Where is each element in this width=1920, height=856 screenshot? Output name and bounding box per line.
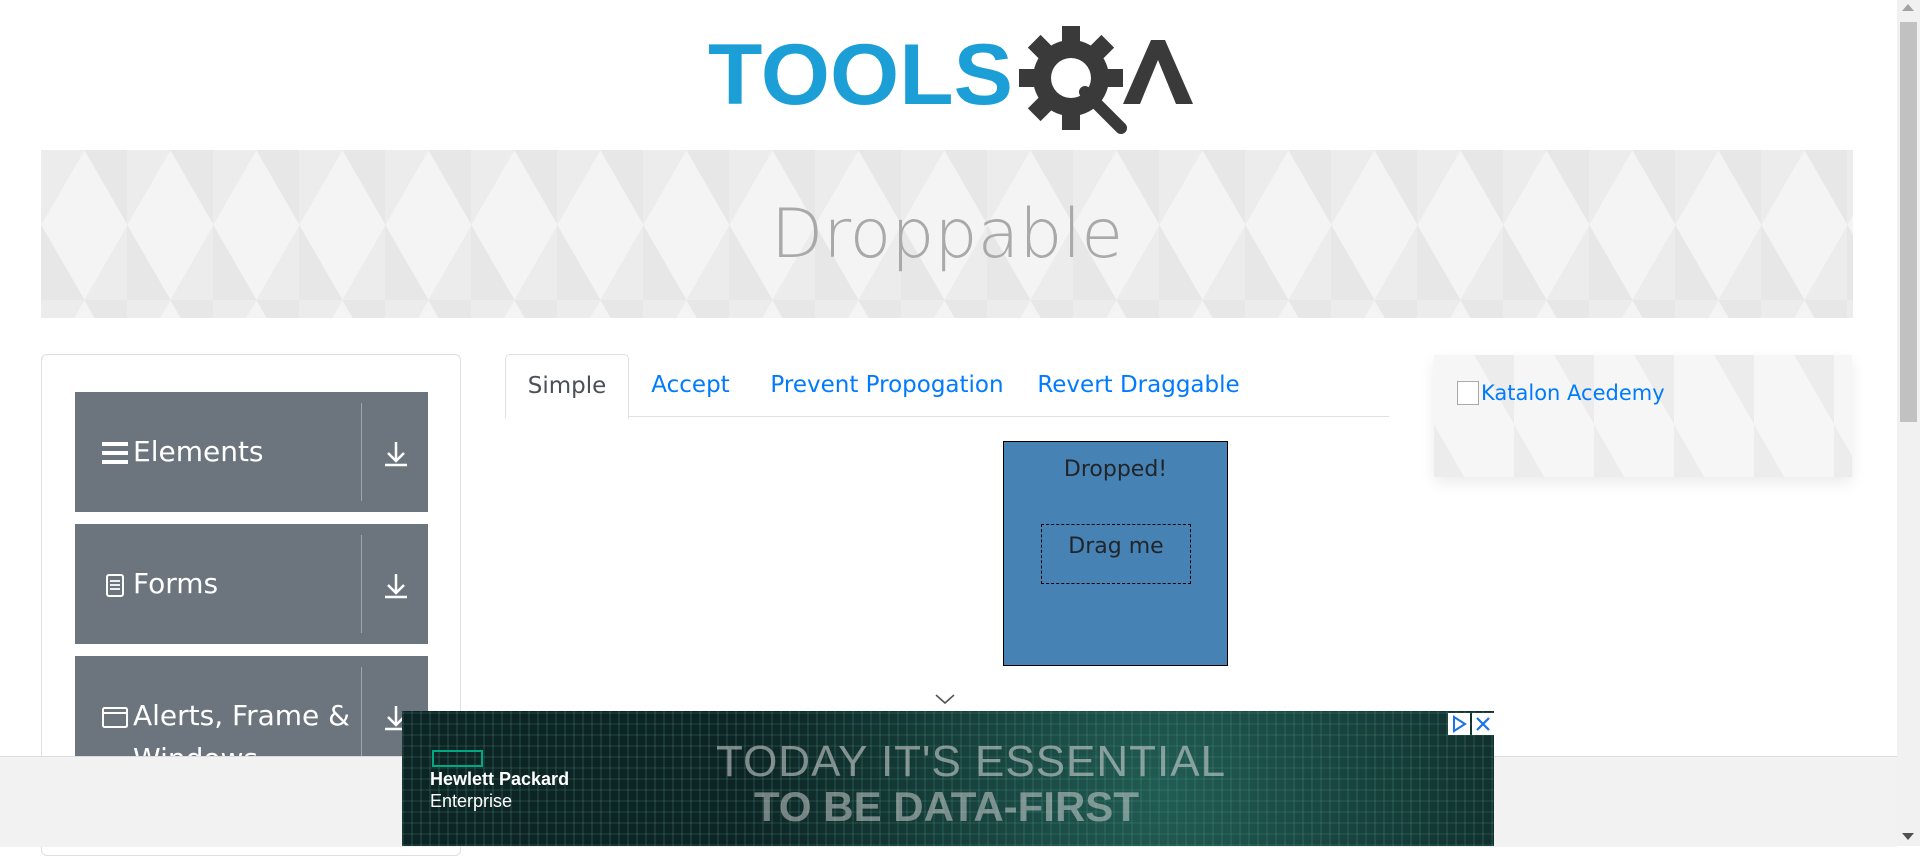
sidebar-group-label: Forms bbox=[133, 567, 219, 600]
tab-accept[interactable]: Accept bbox=[638, 354, 743, 416]
ad-link[interactable]: Katalon Acedemy bbox=[1457, 381, 1665, 405]
tabs-divider bbox=[505, 416, 1389, 417]
ad-headline-1: TODAY IT'S ESSENTIAL bbox=[716, 737, 1227, 786]
tab-revert-draggable[interactable]: Revert Draggable bbox=[1031, 354, 1246, 416]
ad-brand-line1: Hewlett Packard bbox=[430, 769, 570, 789]
sidebar-group-elements[interactable]: Elements bbox=[75, 392, 428, 512]
window-icon bbox=[102, 707, 128, 728]
tab-prevent-propogation[interactable]: Prevent Propogation bbox=[763, 354, 1011, 416]
toolsqa-logo[interactable]: TOOLS bbox=[708, 18, 1193, 138]
chevron-down-icon[interactable] bbox=[934, 688, 956, 710]
document-icon bbox=[106, 574, 124, 597]
bottom-ad-banner[interactable]: Hewlett Packard Enterprise TODAY IT'S ES… bbox=[402, 711, 1494, 846]
scroll-down-arrow-icon[interactable] bbox=[1902, 833, 1914, 840]
hpe-logo-icon bbox=[432, 750, 483, 767]
svg-text:TOOLS: TOOLS bbox=[708, 27, 1013, 123]
download-icon[interactable] bbox=[379, 568, 413, 602]
menu-icon bbox=[102, 442, 128, 464]
sidebar-group-label: Elements bbox=[133, 435, 264, 468]
divider bbox=[361, 535, 362, 633]
draggable-box[interactable]: Drag me bbox=[1041, 524, 1191, 584]
page-banner: Droppable bbox=[41, 150, 1853, 318]
broken-image-icon bbox=[1457, 381, 1479, 405]
page-scrollbar[interactable] bbox=[1897, 0, 1920, 846]
draggable-text: Drag me bbox=[1068, 534, 1164, 559]
scrollbar-thumb[interactable] bbox=[1900, 22, 1917, 422]
divider bbox=[361, 403, 362, 501]
tab-simple[interactable]: Simple bbox=[505, 354, 629, 419]
divider bbox=[361, 667, 362, 765]
ad-brand-line2: Enterprise bbox=[430, 791, 513, 811]
close-icon[interactable] bbox=[1472, 713, 1494, 735]
sidebar-group-forms[interactable]: Forms bbox=[75, 524, 428, 644]
ad-headline-2: TO BE DATA-FIRST bbox=[754, 783, 1139, 830]
sidebar-ad[interactable]: Katalon Acedemy bbox=[1434, 355, 1852, 477]
logo-svg: TOOLS bbox=[708, 26, 1193, 134]
download-icon[interactable] bbox=[379, 436, 413, 470]
adchoices-icon[interactable] bbox=[1448, 713, 1470, 735]
scroll-up-arrow-icon[interactable] bbox=[1902, 4, 1914, 11]
ad-alt-text: Katalon Acedemy bbox=[1481, 381, 1665, 405]
page-title: Droppable bbox=[770, 195, 1124, 274]
drop-target-text: Dropped! bbox=[1063, 457, 1168, 482]
